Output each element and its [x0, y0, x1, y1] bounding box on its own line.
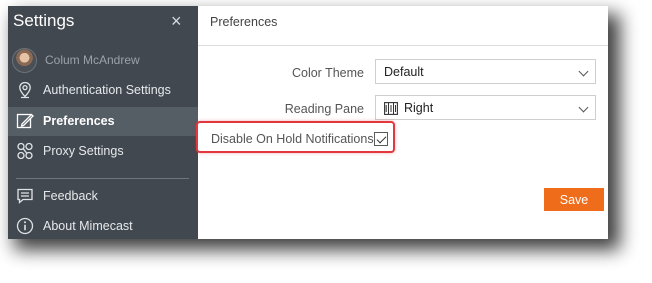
sidebar-item-preferences[interactable]: Preferences: [8, 107, 198, 136]
sidebar-item-about-mimecast[interactable]: About Mimecast: [8, 212, 198, 239]
sidebar-item-label: Preferences: [43, 114, 115, 128]
proxy-nodes-icon: [17, 142, 33, 160]
reading-pane-value: Right: [404, 101, 434, 115]
chevron-down-icon: [578, 102, 589, 113]
sidebar-item-label: Feedback: [43, 189, 98, 203]
page-title: Preferences: [210, 15, 278, 29]
color-theme-select[interactable]: Default: [375, 59, 596, 84]
sidebar-item-label: Proxy Settings: [43, 144, 124, 158]
color-theme-value: Default: [384, 65, 424, 79]
reading-pane-select[interactable]: Right: [375, 95, 596, 120]
sidebar: Settings × Colum McAndrew Authentication…: [8, 6, 198, 239]
sidebar-item-label: Authentication Settings: [43, 83, 171, 97]
feedback-icon: [17, 188, 33, 204]
edit-pencil-icon: [16, 113, 34, 129]
info-icon: [16, 217, 34, 235]
avatar: [12, 48, 37, 73]
user-profile: Colum McAndrew: [8, 48, 198, 73]
color-theme-label: Color Theme: [291, 66, 364, 80]
save-button[interactable]: Save: [544, 188, 604, 211]
sidebar-item-label: About Mimecast: [43, 219, 133, 233]
sidebar-item-feedback[interactable]: Feedback: [8, 182, 198, 211]
sidebar-header: Settings ×: [8, 6, 198, 38]
user-name: Colum McAndrew: [45, 53, 140, 67]
sidebar-title: Settings: [13, 11, 75, 30]
sidebar-item-authentication-settings[interactable]: Authentication Settings: [8, 76, 198, 105]
reading-pane-label: Reading Pane: [284, 102, 364, 116]
sidebar-item-proxy-settings[interactable]: Proxy Settings: [8, 137, 198, 166]
location-pin-icon: [19, 81, 31, 99]
close-icon[interactable]: ×: [171, 11, 182, 32]
chevron-down-icon: [578, 66, 589, 77]
sidebar-divider: [16, 178, 189, 179]
columns-icon: [384, 102, 398, 115]
main-header: Preferences: [198, 6, 608, 46]
highlight-annotation: [196, 121, 395, 153]
